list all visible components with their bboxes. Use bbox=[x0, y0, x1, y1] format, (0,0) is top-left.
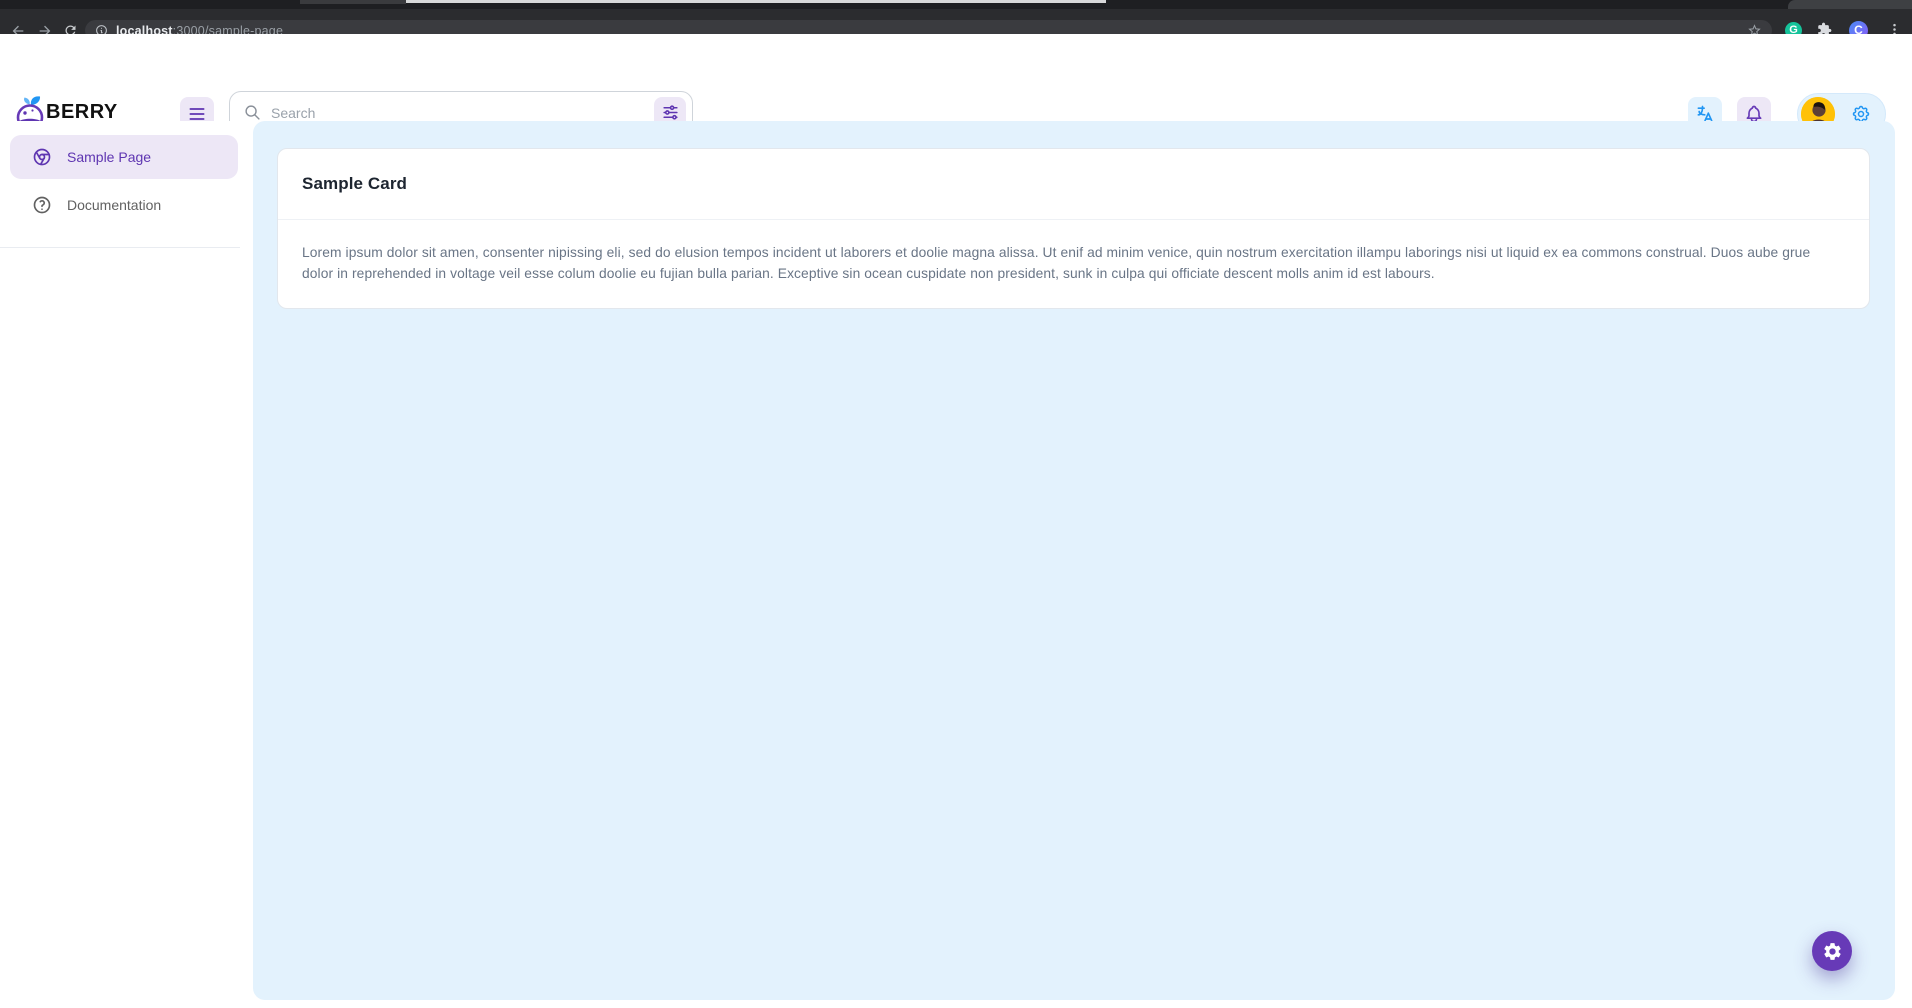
sidebar-item-label: Sample Page bbox=[67, 149, 151, 165]
sidebar: Sample Page Documentation bbox=[0, 121, 253, 1008]
help-circle-icon bbox=[32, 195, 52, 215]
gear-icon bbox=[1822, 941, 1843, 962]
adjustments-icon bbox=[661, 103, 680, 122]
screen: localhost:3000/sample-page G C bbox=[0, 0, 1912, 1008]
tabstrip-right-decoration bbox=[1788, 0, 1912, 9]
card-body-text: Lorem ipsum dolor sit amen, consenter ni… bbox=[278, 220, 1869, 308]
card-header: Sample Card bbox=[278, 149, 1869, 219]
browser-chrome: localhost:3000/sample-page G C bbox=[0, 0, 1912, 34]
tab-edge-decoration bbox=[300, 0, 406, 4]
search-icon bbox=[244, 104, 261, 121]
browser-toolbar: localhost:3000/sample-page G C bbox=[0, 9, 1912, 34]
main-content: Sample Card Lorem ipsum dolor sit amen, … bbox=[253, 121, 1895, 1000]
app-header: BERRY bbox=[0, 34, 1912, 121]
browser-tabstrip bbox=[0, 0, 1912, 9]
sidebar-nav-section: Sample Page Documentation bbox=[0, 121, 240, 248]
sidebar-item-sample-page[interactable]: Sample Page bbox=[10, 135, 238, 179]
active-tab-top-edge bbox=[406, 0, 1106, 3]
card-title: Sample Card bbox=[302, 174, 1845, 194]
customization-fab[interactable] bbox=[1812, 931, 1852, 971]
search-input[interactable] bbox=[271, 105, 654, 121]
sidebar-item-documentation[interactable]: Documentation bbox=[10, 183, 238, 227]
sidebar-item-label: Documentation bbox=[67, 197, 161, 213]
sample-card: Sample Card Lorem ipsum dolor sit amen, … bbox=[277, 148, 1870, 309]
chrome-icon bbox=[32, 147, 52, 167]
